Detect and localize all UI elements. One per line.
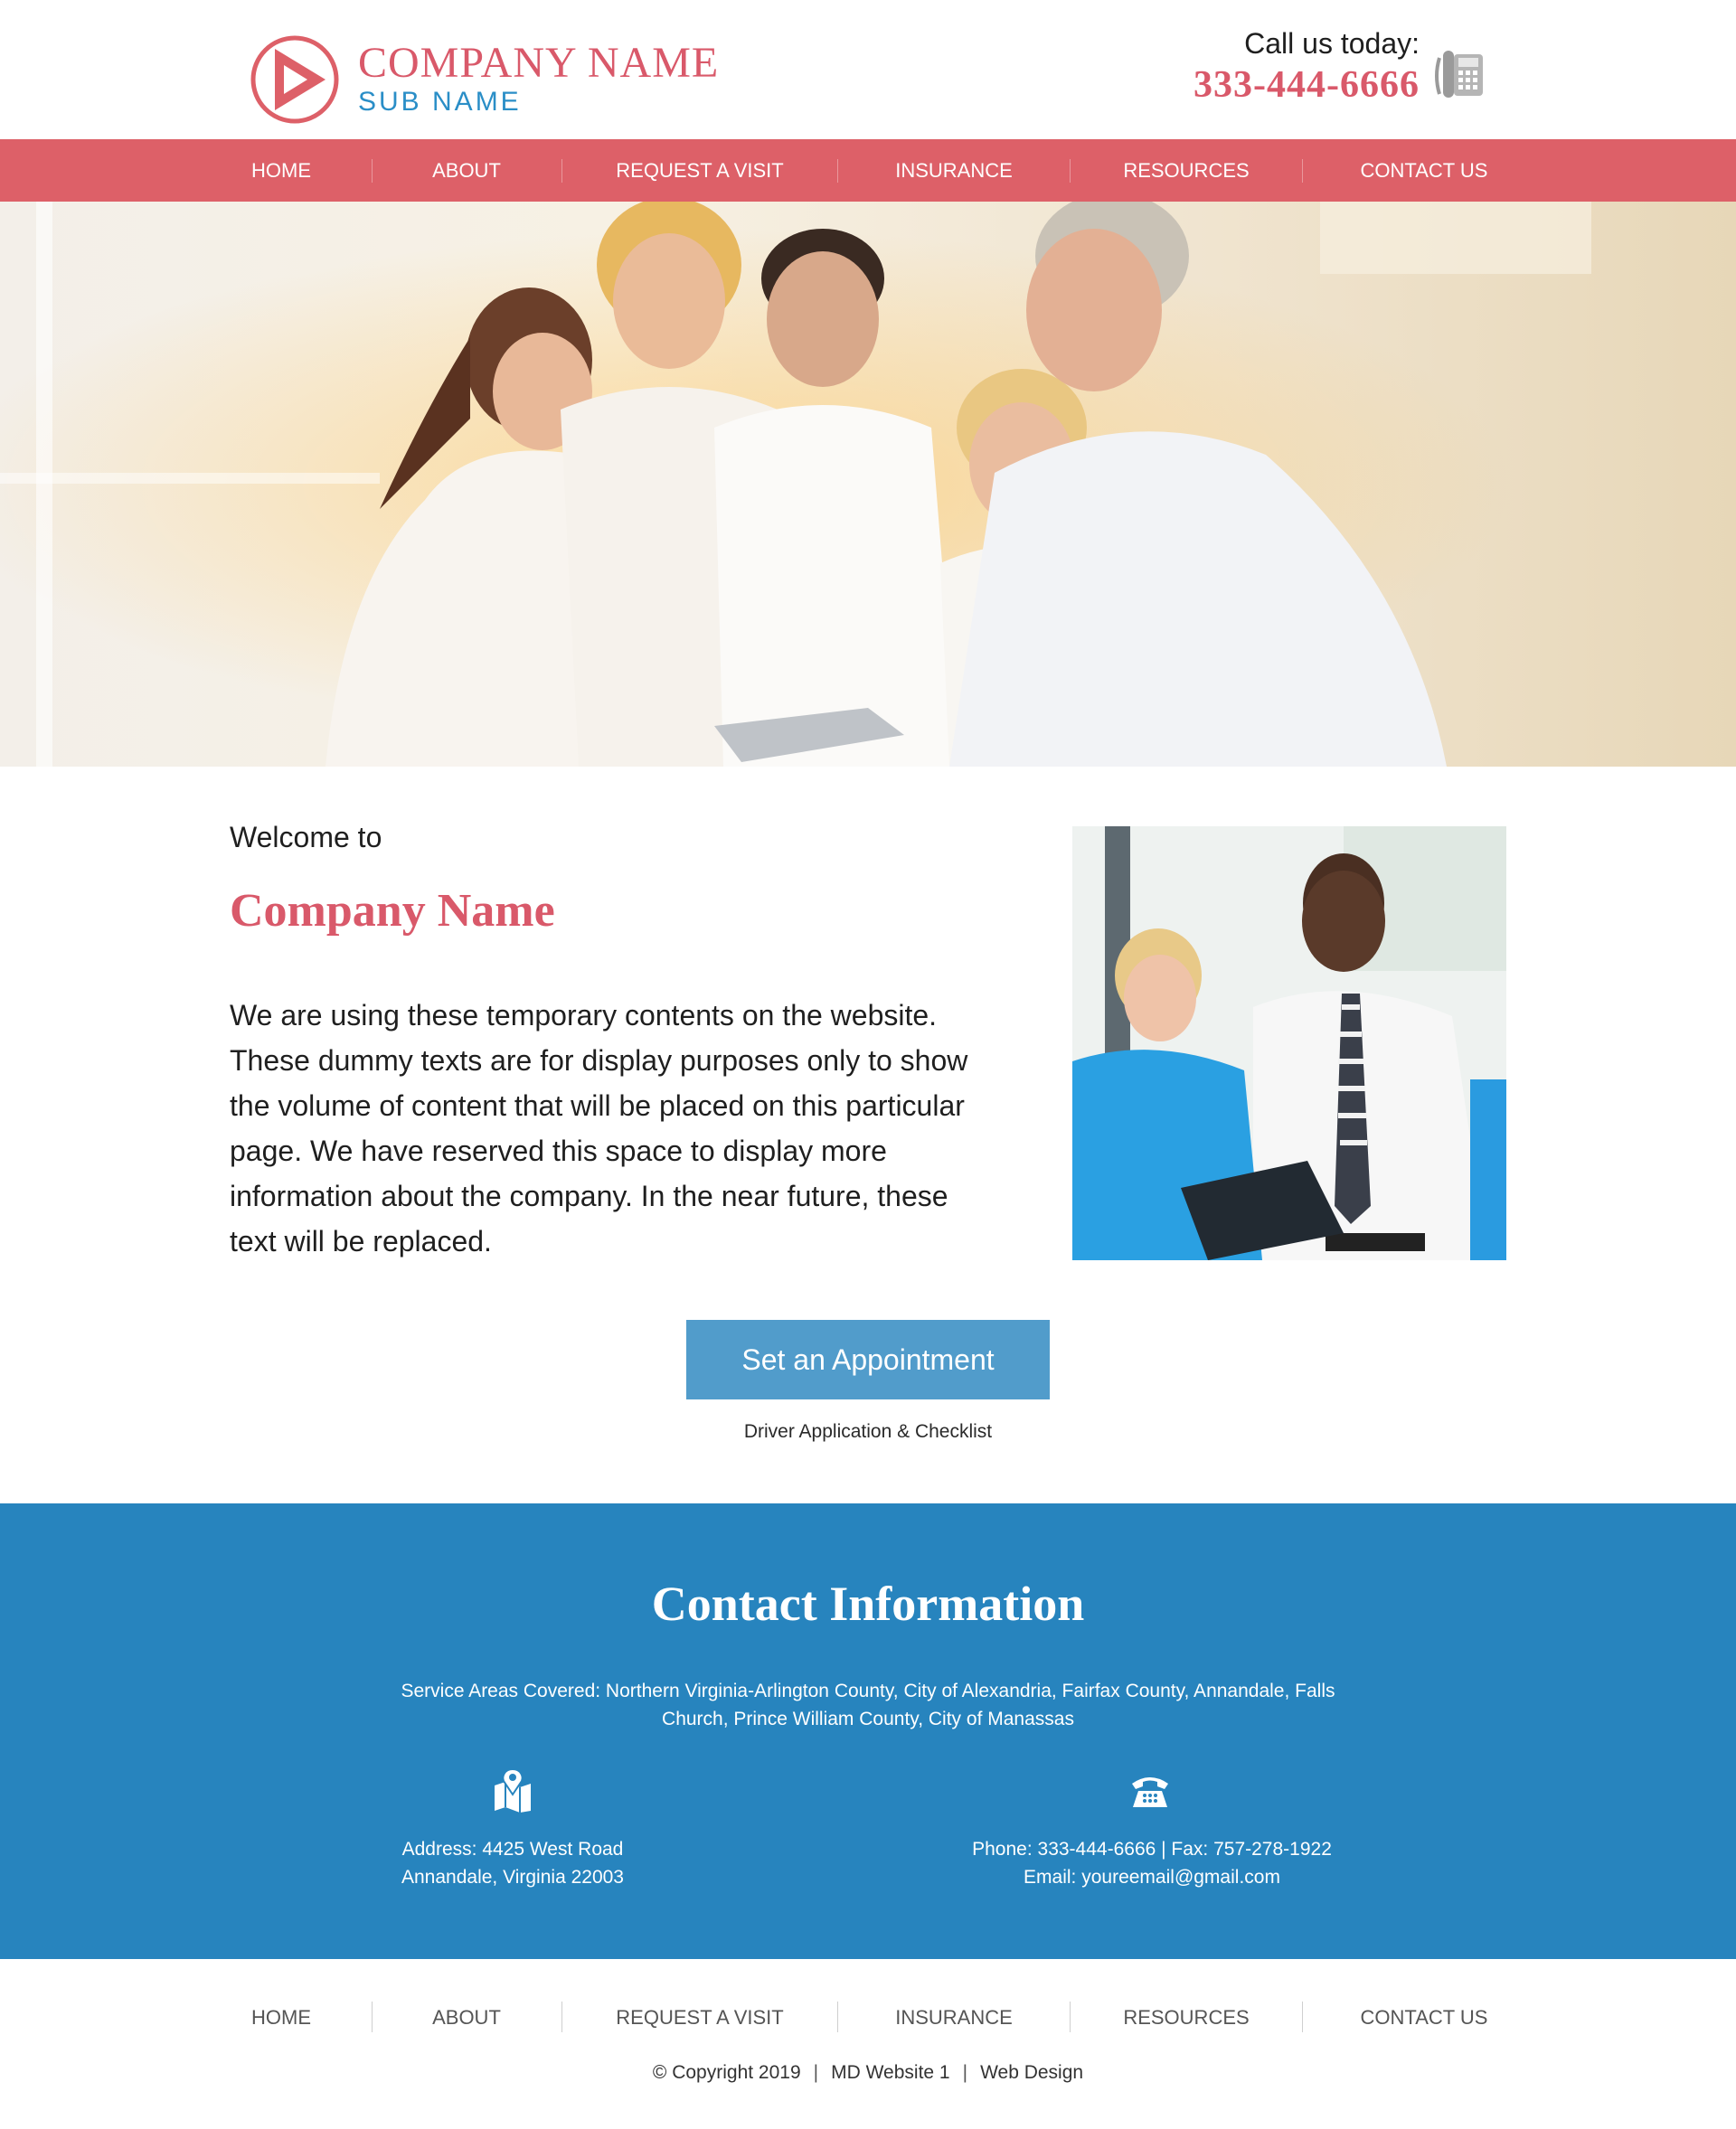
- nav-divider: [561, 159, 562, 183]
- doctors-group-photo: [0, 202, 1736, 767]
- set-appointment-button[interactable]: Set an Appointment: [686, 1320, 1050, 1399]
- contact-section: Contact Information Service Areas Covere…: [0, 1503, 1736, 1959]
- telephone-icon: [1132, 1777, 1168, 1807]
- nav-request-a-visit[interactable]: REQUEST A VISIT: [616, 139, 783, 202]
- welcome-title: Company Name: [230, 885, 555, 937]
- footer-nav-contact-us[interactable]: CONTACT US: [1361, 1986, 1488, 2049]
- address-line-1: Address: 4425 West Road: [401, 1839, 624, 1860]
- welcome-body: We are using these temporary contents on…: [230, 999, 968, 1258]
- play-logo-icon: [250, 35, 339, 124]
- logo[interactable]: COMPANY NAME SUB NAME: [250, 34, 719, 125]
- nav-divider: [837, 159, 838, 183]
- footer-nav-resources[interactable]: RESOURCES: [1123, 1986, 1249, 2049]
- copyright-text: © Copyright 2019: [652, 2062, 801, 2083]
- web-design-link[interactable]: Web Design: [980, 2062, 1083, 2083]
- footer-nav-divider: [1302, 2002, 1303, 2032]
- map-icon: [495, 1767, 531, 1813]
- header-phone-number[interactable]: 333-444-6666: [1194, 65, 1420, 105]
- nav-about[interactable]: ABOUT: [432, 139, 501, 202]
- call-block: Call us today: 333-444-6666: [1194, 25, 1420, 105]
- company-name: COMPANY NAME: [358, 39, 720, 87]
- nav-divider: [1070, 159, 1071, 183]
- footer-nav-home[interactable]: HOME: [251, 1986, 311, 2049]
- site-name-link[interactable]: MD Website 1: [831, 2062, 950, 2083]
- copyright-divider: |: [962, 2062, 968, 2083]
- main-nav: HOME ABOUT REQUEST A VISIT INSURANCE RES…: [0, 139, 1736, 202]
- driver-application-link[interactable]: Driver Application & Checklist: [0, 1421, 1736, 1443]
- hero-image: [0, 202, 1736, 767]
- site-header: COMPANY NAME SUB NAME Call us today: 333…: [0, 0, 1736, 139]
- site-footer: HOME ABOUT REQUEST A VISIT INSURANCE RES…: [0, 1959, 1736, 2129]
- call-label: Call us today:: [1244, 27, 1420, 60]
- address-block: Address: 4425 West Road Annandale, Virgi…: [332, 1835, 693, 1891]
- footer-nav-divider: [561, 2002, 562, 2032]
- footer-nav-divider: [1070, 2002, 1071, 2032]
- contact-title: Contact Information: [651, 1577, 1085, 1631]
- nav-divider: [372, 159, 373, 183]
- footer-nav-divider: [372, 2002, 373, 2032]
- phone-email-block: Phone: 333-444-6666 | Fax: 757-278-1922 …: [926, 1835, 1378, 1891]
- address-line-2: Annandale, Virginia 22003: [401, 1867, 624, 1888]
- sub-name: SUB NAME: [358, 87, 522, 117]
- nav-home[interactable]: HOME: [251, 139, 311, 202]
- desk-phone-icon: [1435, 51, 1483, 98]
- welcome-kicker: Welcome to: [230, 821, 382, 853]
- copyright-divider: |: [813, 2062, 819, 2083]
- phone-fax-line[interactable]: Phone: 333-444-6666 | Fax: 757-278-1922: [926, 1835, 1378, 1863]
- nav-resources[interactable]: RESOURCES: [1123, 139, 1249, 202]
- footer-nav-about[interactable]: ABOUT: [432, 1986, 501, 2049]
- nav-insurance[interactable]: INSURANCE: [895, 139, 1013, 202]
- footer-nav-insurance[interactable]: INSURANCE: [895, 1986, 1013, 2049]
- footer-nav-request-a-visit[interactable]: REQUEST A VISIT: [616, 1986, 783, 2049]
- service-areas: Service Areas Covered: Northern Virginia…: [401, 1681, 1335, 1729]
- nurse-and-doctor-photo: [1072, 826, 1506, 1260]
- footer-nav-divider: [837, 2002, 838, 2032]
- nav-divider: [1302, 159, 1303, 183]
- doctors-photo: [1072, 826, 1506, 1260]
- email-line[interactable]: Email: youreemail@gmail.com: [926, 1863, 1378, 1891]
- copyright-line: © Copyright 2019 | MD Website 1 | Web Design: [0, 2062, 1736, 2084]
- nav-contact-us[interactable]: CONTACT US: [1361, 139, 1488, 202]
